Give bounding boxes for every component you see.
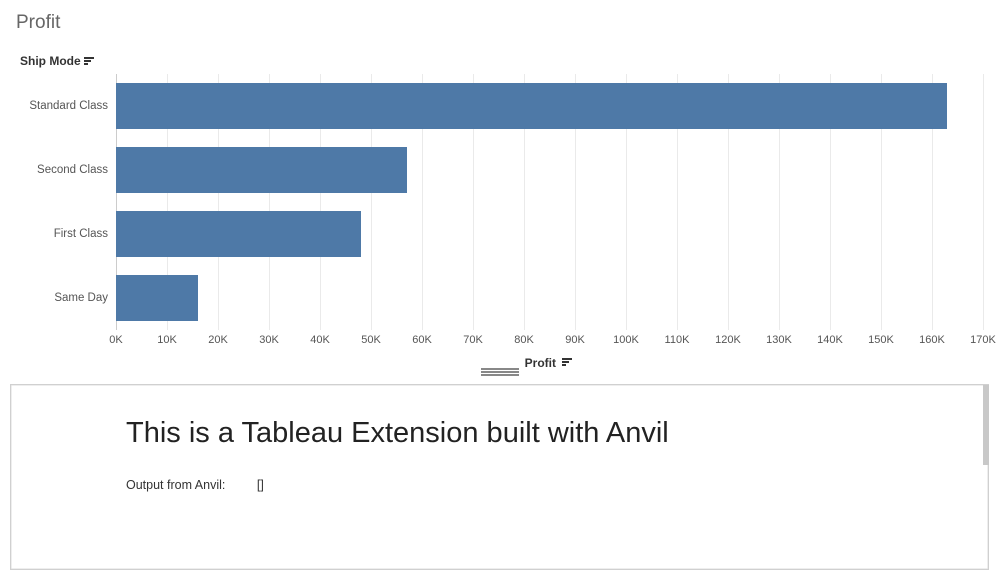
x-tick-label: 140K (817, 334, 843, 346)
extension-heading: This is a Tableau Extension built with A… (126, 417, 873, 450)
sort-descending-icon (562, 358, 574, 368)
resize-handle-icon[interactable] (481, 368, 519, 376)
gridline (983, 74, 984, 330)
x-axis-label[interactable]: Profit (116, 356, 983, 370)
x-tick-label: 60K (412, 334, 432, 346)
bar-row (116, 74, 983, 138)
x-tick-label: 160K (919, 334, 945, 346)
x-tick-label: 130K (766, 334, 792, 346)
sort-descending-icon (84, 57, 96, 67)
y-category-label: Same Day (16, 266, 116, 330)
x-tick-label: 70K (463, 334, 483, 346)
x-tick-label: 40K (310, 334, 330, 346)
data-bar[interactable] (116, 83, 947, 129)
y-axis-label[interactable]: Ship Mode (16, 54, 983, 68)
x-tick-label: 170K (970, 334, 996, 346)
x-tick-label: 90K (565, 334, 585, 346)
y-axis-label-text: Ship Mode (20, 54, 81, 68)
x-tick-label: 110K (665, 334, 690, 346)
y-category-labels: Standard ClassSecond ClassFirst ClassSam… (16, 74, 116, 370)
bar-row (116, 138, 983, 202)
x-tick-label: 80K (514, 334, 534, 346)
bar-row (116, 266, 983, 330)
x-axis-label-text: Profit (525, 356, 556, 370)
bars-area: 0K10K20K30K40K50K60K70K80K90K100K110K120… (116, 74, 983, 370)
x-tick-label: 20K (208, 334, 228, 346)
plot-area: Standard ClassSecond ClassFirst ClassSam… (16, 74, 983, 370)
chart-panel: Profit Ship Mode Standard ClassSecond Cl… (0, 0, 999, 370)
bar-row (116, 202, 983, 266)
data-bar[interactable] (116, 147, 407, 193)
data-bar[interactable] (116, 275, 198, 321)
extension-output-label: Output from Anvil: (126, 478, 225, 492)
y-category-label: First Class (16, 202, 116, 266)
x-tick-label: 100K (613, 334, 639, 346)
x-tick-label: 120K (715, 334, 741, 346)
x-tick-label: 10K (157, 334, 177, 346)
x-axis-ticks: 0K10K20K30K40K50K60K70K80K90K100K110K120… (116, 332, 983, 350)
x-tick-label: 150K (868, 334, 894, 346)
chart-title: Profit (16, 12, 983, 34)
y-category-label: Standard Class (16, 74, 116, 138)
x-tick-label: 30K (259, 334, 279, 346)
extension-output-value: [] (257, 478, 264, 492)
x-tick-label: 50K (361, 334, 381, 346)
y-category-label: Second Class (16, 138, 116, 202)
extension-output-row: Output from Anvil: [] (126, 478, 873, 492)
x-tick-label: 0K (109, 334, 122, 346)
extension-panel: This is a Tableau Extension built with A… (10, 384, 989, 570)
data-bar[interactable] (116, 211, 361, 257)
